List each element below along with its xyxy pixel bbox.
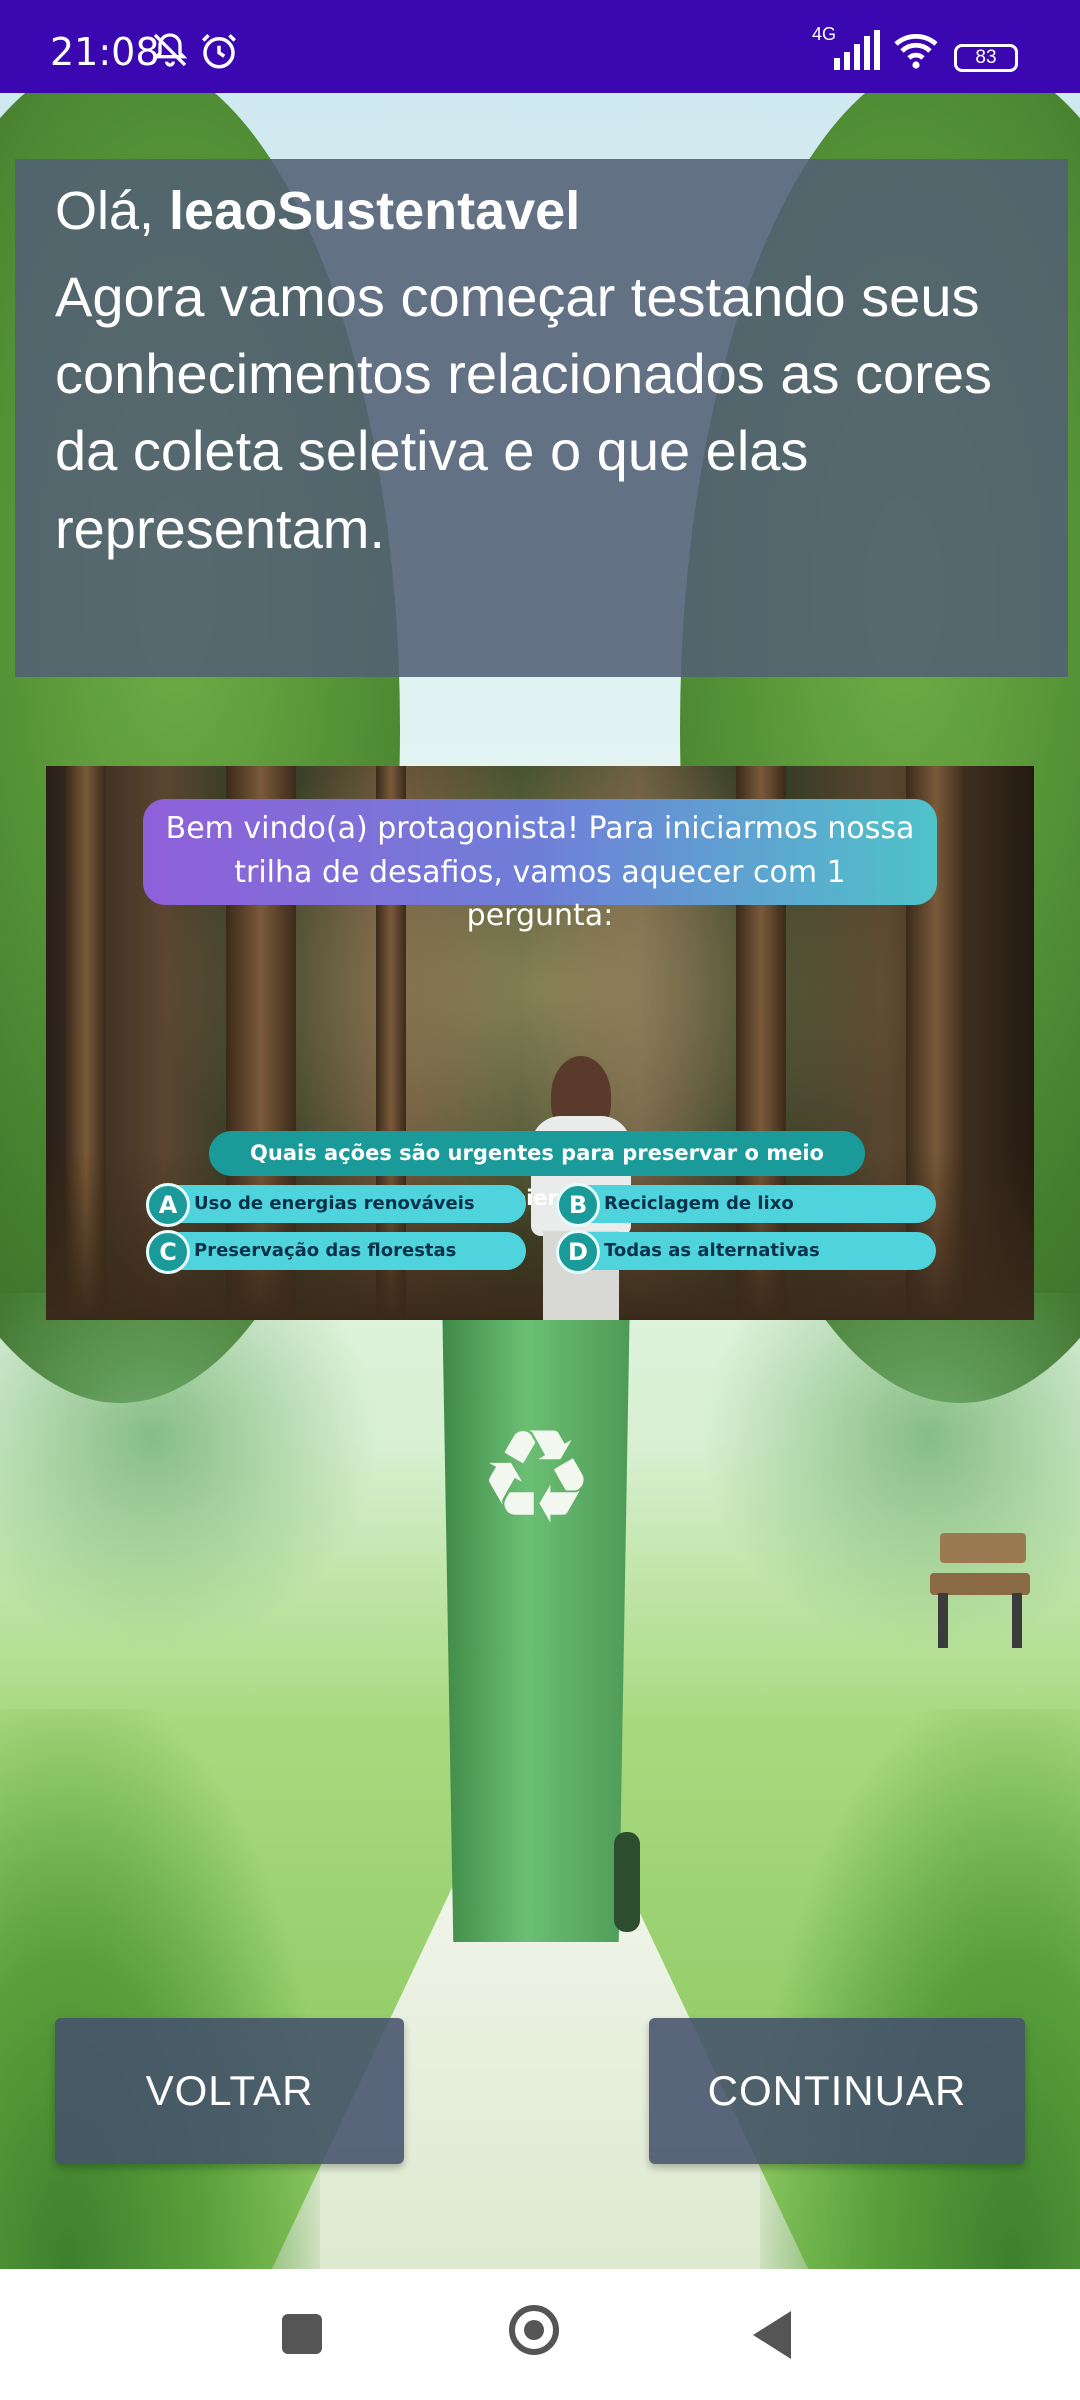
status-time: 21:08 [50,30,160,74]
option-text: Todas as alternativas [604,1240,820,1261]
bell-off-icon [150,30,190,75]
option-letter: A [146,1183,190,1227]
option-text: Preservação das florestas [194,1240,457,1261]
wifi-icon [892,30,940,75]
far-trees-left [0,1293,380,1653]
intro-banner: Bem vindo(a) protagonista! Para iniciarm… [143,799,937,933]
quiz-question: Quais ações são urgentes para preservar … [209,1131,865,1210]
back-button[interactable]: VOLTAR [55,2018,404,2164]
option-d: D Todas as alternativas [556,1230,936,1274]
option-a: A Uso de energias renováveis [146,1183,526,1227]
home-icon[interactable] [509,2305,559,2355]
option-letter: D [556,1230,600,1274]
navigation-bar [0,2269,1080,2400]
greeting-title: Olá, leaoSustentavel [55,179,1028,244]
battery-icon: 83 [954,44,1018,72]
option-text: Uso de energias renováveis [194,1193,475,1214]
signal-icon [830,30,882,75]
status-bar: 21:08 4G 83 [0,0,1080,93]
recycling-bin: ♻ [428,1216,644,1952]
grass-left [0,1709,320,2269]
alarm-icon [198,30,240,77]
option-b: B Reciclagem de lixo [556,1183,936,1227]
greeting-prefix: Olá, [55,181,170,241]
greeting-panel: Olá, leaoSustentavel Agora vamos começar… [15,159,1068,677]
continue-button[interactable]: CONTINUAR [649,2018,1025,2164]
recents-icon[interactable] [282,2314,322,2354]
option-letter: C [146,1230,190,1274]
recycle-icon: ♻ [478,1404,595,1550]
back-nav-icon[interactable] [753,2311,791,2359]
grass-right [760,1709,1080,2269]
username: leaoSustentavel [169,181,581,241]
quiz-image: Bem vindo(a) protagonista! Para iniciarm… [46,766,1034,1320]
park-bench [930,1533,1030,1653]
option-letter: B [556,1183,600,1227]
option-text: Reciclagem de lixo [604,1193,794,1214]
option-c: C Preservação das florestas [146,1230,526,1274]
greeting-message: Agora vamos começar testando seus conhec… [55,264,992,560]
